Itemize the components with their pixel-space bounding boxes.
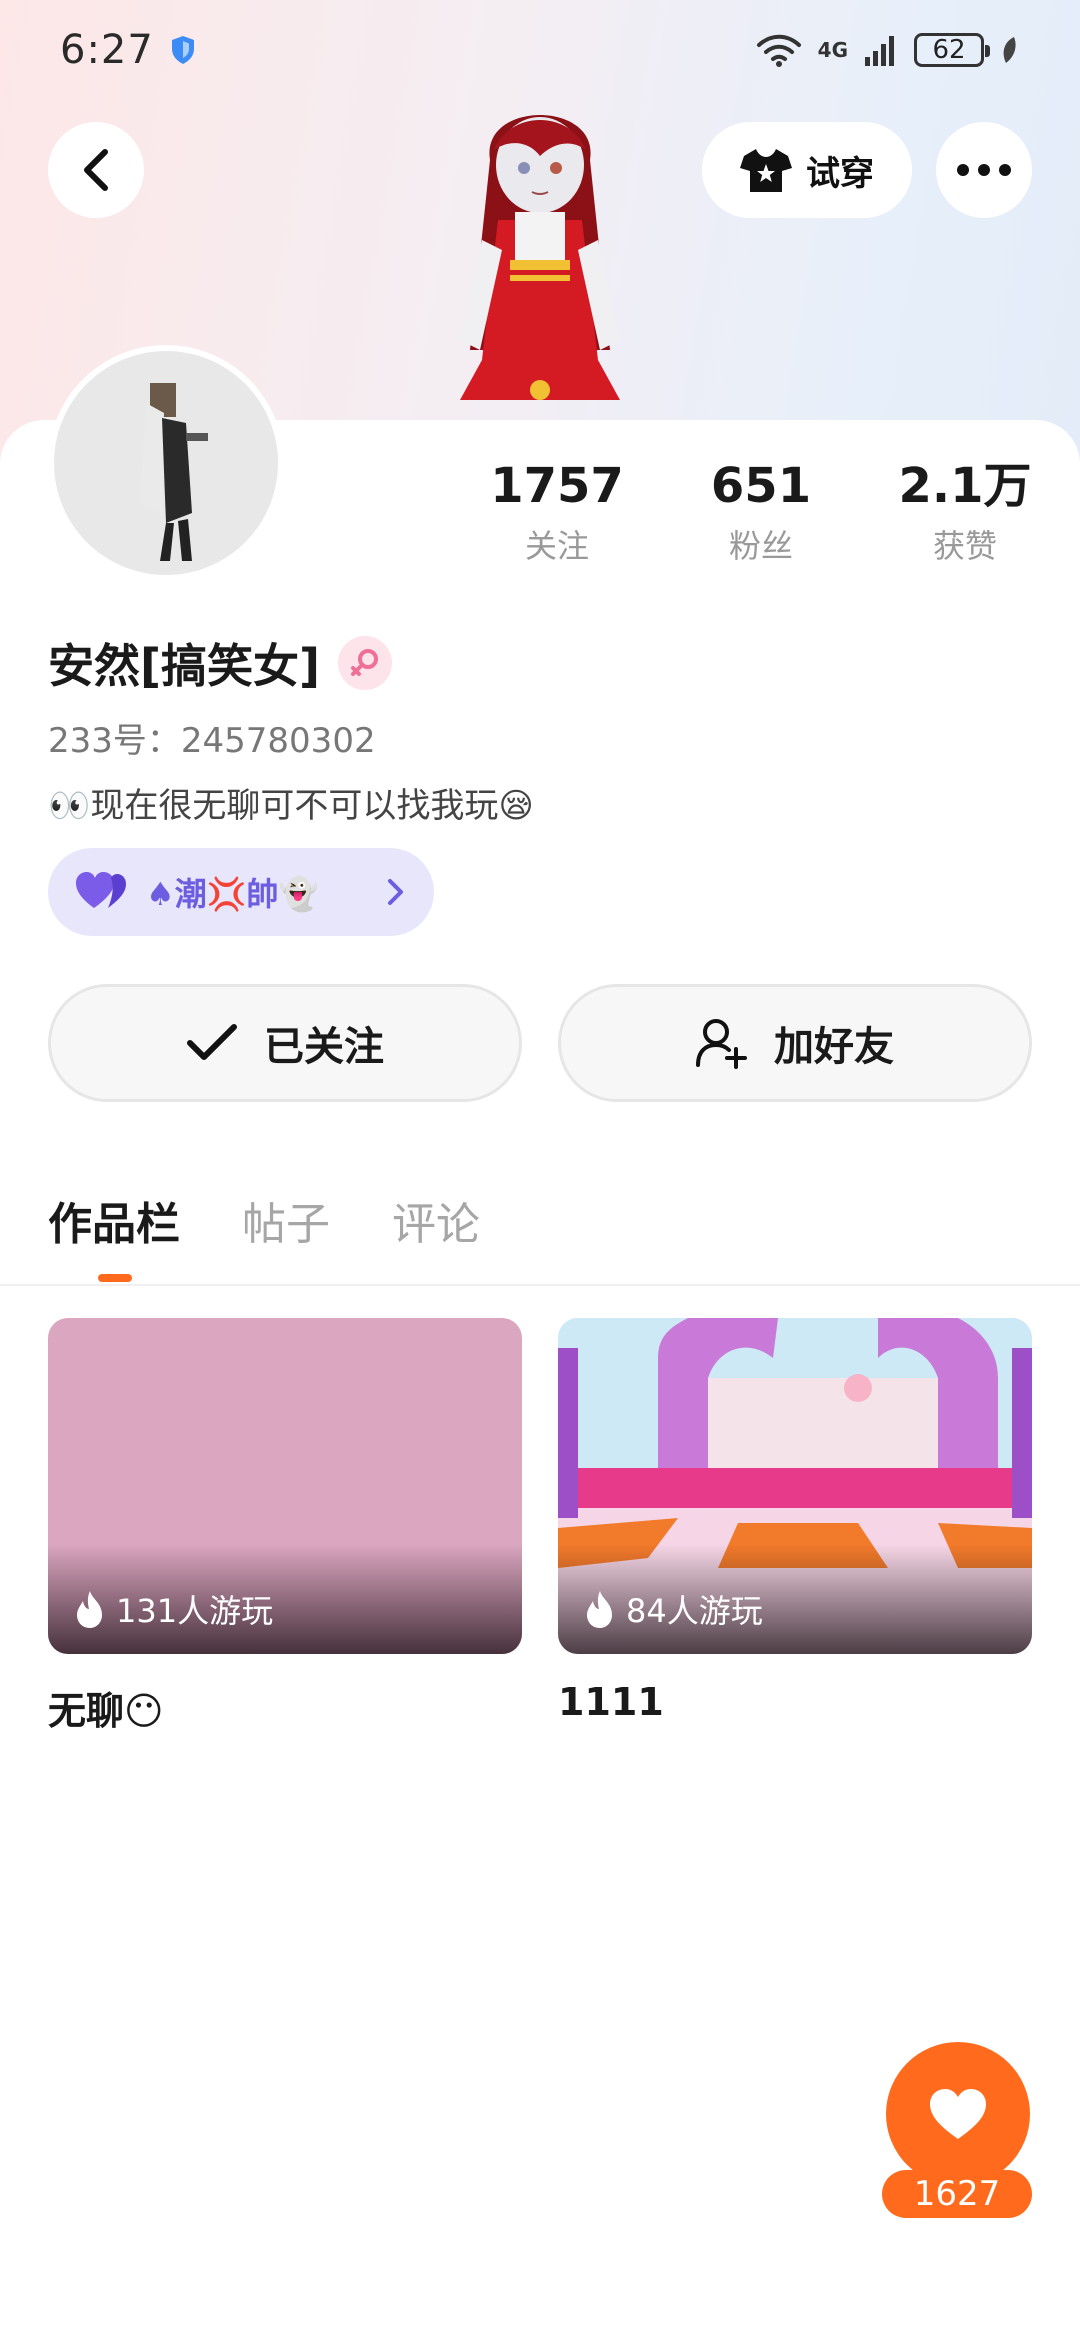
avatar-image bbox=[54, 351, 278, 575]
wifi-icon bbox=[756, 34, 801, 67]
active-tab-indicator bbox=[98, 1274, 132, 1282]
avatar[interactable] bbox=[48, 345, 284, 581]
chevron-right-icon bbox=[388, 879, 403, 905]
user-id[interactable]: 233号：245780302 bbox=[48, 713, 376, 762]
network-type: 4G bbox=[817, 38, 848, 62]
checkmark-icon bbox=[187, 1024, 237, 1060]
username: 安然[搞笑女] bbox=[48, 639, 321, 693]
following-count: 1757 bbox=[490, 458, 624, 514]
battery-level: 62 bbox=[932, 35, 966, 65]
play-count: 84人游玩 bbox=[584, 1586, 763, 1632]
tabs-divider bbox=[0, 1284, 1080, 1286]
battery-indicator: 62 bbox=[914, 33, 990, 67]
flame-icon bbox=[77, 1591, 102, 1628]
followers-label: 粉丝 bbox=[728, 526, 793, 565]
tab-posts[interactable]: 帖子 bbox=[242, 1188, 330, 1252]
play-count: 131人游玩 bbox=[74, 1586, 273, 1632]
add-friend-label: 加好友 bbox=[774, 1024, 894, 1070]
profile-tabs: 作品栏 帖子 评论 bbox=[48, 1188, 480, 1252]
followers-count: 651 bbox=[710, 458, 812, 514]
work-card[interactable]: 131人游玩 bbox=[48, 1318, 522, 1654]
stat-following[interactable]: 1757 关注 bbox=[472, 460, 642, 567]
tab-works[interactable]: 作品栏 bbox=[48, 1188, 180, 1252]
double-heart-icon bbox=[76, 872, 126, 908]
more-options-button[interactable] bbox=[936, 122, 1032, 218]
like-count: 1627 bbox=[882, 2170, 1032, 2218]
status-left: 6:27 bbox=[60, 27, 196, 73]
group-tag-pill[interactable]: ♠潮💢帥👻 bbox=[48, 848, 434, 936]
chevron-left-icon bbox=[84, 149, 108, 191]
status-right: 4G 62 bbox=[756, 33, 1020, 67]
try-on-label: 试穿 bbox=[806, 153, 874, 194]
avatar-character-illustration bbox=[460, 115, 620, 400]
avatar-figure bbox=[140, 383, 208, 561]
shield-icon bbox=[171, 36, 194, 64]
play-count-text: 84人游玩 bbox=[626, 1592, 763, 1630]
likes-count: 2.1万 bbox=[898, 458, 1032, 514]
add-user-icon bbox=[696, 1019, 747, 1069]
stat-followers[interactable]: 651 粉丝 bbox=[676, 460, 846, 567]
group-tag-text: ♠潮💢帥👻 bbox=[146, 875, 319, 913]
add-friend-button[interactable]: 加好友 bbox=[558, 984, 1032, 1102]
female-gender-icon bbox=[338, 636, 393, 690]
shirt-icon bbox=[740, 149, 792, 192]
followed-button[interactable]: 已关注 bbox=[48, 984, 522, 1102]
play-count-text: 131人游玩 bbox=[116, 1592, 274, 1630]
likes-label: 获赞 bbox=[932, 526, 997, 565]
stat-likes[interactable]: 2.1万 获赞 bbox=[880, 460, 1050, 567]
work-title[interactable]: 1111 bbox=[558, 1680, 664, 1724]
leaf-icon bbox=[1003, 37, 1016, 63]
tab-comments[interactable]: 评论 bbox=[392, 1188, 480, 1252]
like-button[interactable] bbox=[886, 2042, 1030, 2186]
back-button[interactable] bbox=[48, 122, 144, 218]
try-on-button[interactable]: 试穿 bbox=[702, 122, 912, 218]
followed-label: 已关注 bbox=[264, 1024, 384, 1070]
work-card[interactable]: 84人游玩 bbox=[558, 1318, 1032, 1654]
more-dots-icon bbox=[957, 164, 1011, 176]
signal-icon bbox=[865, 36, 894, 66]
following-label: 关注 bbox=[524, 526, 589, 565]
profile-page: 6:27 4G 62 试穿 1757 关注 651 粉丝 2.1万 获赞 安然[… bbox=[0, 0, 1080, 2340]
status-time: 6:27 bbox=[60, 27, 154, 73]
bio-text: 👀现在很无聊可不可以找我玩😪 bbox=[48, 786, 534, 826]
status-bar: 6:27 4G 62 bbox=[0, 0, 1080, 100]
work-title[interactable]: 无聊😶 bbox=[48, 1680, 164, 1735]
flame-icon bbox=[587, 1591, 612, 1628]
name-row: 安然[搞笑女] bbox=[48, 630, 393, 696]
heart-icon bbox=[930, 2089, 986, 2139]
